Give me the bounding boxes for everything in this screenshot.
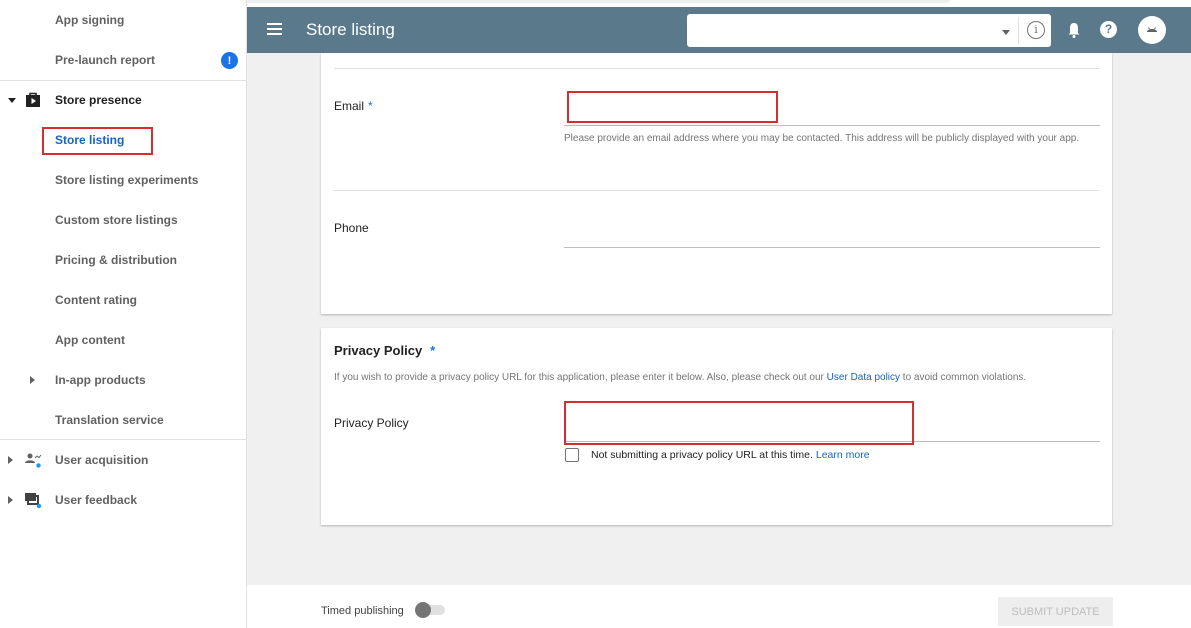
store-listing-highlight-box xyxy=(42,127,153,155)
sidebar-item-app-signing[interactable]: App signing xyxy=(0,0,246,40)
sidebar-item-label: App content xyxy=(55,333,125,347)
phone-input[interactable] xyxy=(564,220,1100,248)
alert-badge-icon: ! xyxy=(221,52,238,69)
sidebar-item-label: Custom store listings xyxy=(55,213,178,227)
sidebar-item-label: Content rating xyxy=(55,293,137,307)
sidebar-item-custom-store-listings[interactable]: Custom store listings xyxy=(0,200,246,240)
privacy-policy-description: If you wish to provide a privacy policy … xyxy=(334,372,1026,383)
caret-down-icon xyxy=(8,98,16,103)
sidebar-item-label: Pricing & distribution xyxy=(55,253,177,267)
sidebar-item-app-content[interactable]: App content xyxy=(0,320,246,360)
account-avatar[interactable] xyxy=(1138,16,1166,44)
user-data-policy-link[interactable]: User Data policy xyxy=(827,372,900,383)
sidebar-item-label: User feedback xyxy=(55,493,138,507)
submit-update-button[interactable]: SUBMIT UPDATE xyxy=(998,597,1113,626)
info-icon[interactable]: i xyxy=(1027,21,1045,39)
sidebar-item-label: Store listing experiments xyxy=(55,173,199,187)
sidebar-item-label: Store presence xyxy=(55,93,142,107)
sidebar-item-user-acquisition[interactable]: User acquisition xyxy=(0,440,246,480)
no-privacy-policy-checkbox[interactable] xyxy=(565,448,579,462)
sidebar-item-label: In-app products xyxy=(55,373,146,387)
email-label: Email * xyxy=(334,99,373,113)
email-label-text: Email xyxy=(334,99,365,113)
caret-right-icon[interactable] xyxy=(8,496,13,504)
sidebar-item-store-presence[interactable]: Store presence xyxy=(0,80,246,120)
checkbox-label-text: Not submitting a privacy policy URL at t… xyxy=(591,449,813,461)
learn-more-link[interactable]: Learn more xyxy=(816,449,870,461)
user-feedback-icon xyxy=(25,493,42,509)
selector-separator xyxy=(1018,17,1019,44)
section-divider xyxy=(334,68,1099,69)
caret-right-icon[interactable] xyxy=(8,456,13,464)
toggle-thumb xyxy=(415,602,431,618)
email-help-text: Please provide an email address where yo… xyxy=(564,133,1080,144)
publish-footer: Timed publishing SUBMIT UPDATE xyxy=(247,585,1191,628)
privacy-policy-label: Privacy Policy xyxy=(334,416,409,430)
sidebar-item-pre-launch-report[interactable]: Pre-launch report ! xyxy=(0,40,246,80)
privacy-policy-card: Privacy Policy * If you wish to provide a… xyxy=(321,328,1112,525)
sidebar-item-store-listing-experiments[interactable]: Store listing experiments xyxy=(0,160,246,200)
dropdown-arrow-icon xyxy=(1002,30,1010,35)
contact-details-card: Email * Please provide an email address w… xyxy=(321,53,1112,314)
phone-label: Phone xyxy=(334,221,369,235)
timed-publishing-label: Timed publishing xyxy=(321,605,404,617)
privacy-policy-url-input[interactable] xyxy=(564,414,1100,442)
sidebar-item-label: User acquisition xyxy=(55,453,149,467)
required-asterisk: * xyxy=(368,99,373,113)
required-asterisk: * xyxy=(430,343,436,358)
help-button[interactable]: ? xyxy=(1100,21,1120,41)
sidebar-item-content-rating[interactable]: Content rating xyxy=(0,280,246,320)
email-input[interactable] xyxy=(564,98,1100,126)
sidebar-item-label: App signing xyxy=(55,13,125,27)
privacy-title-text: Privacy Policy xyxy=(334,343,423,358)
android-avatar-icon xyxy=(1147,27,1157,32)
main-content: Email * Please provide an email address w… xyxy=(247,53,1191,585)
description-text: to avoid common violations. xyxy=(900,372,1027,383)
app-selector-dropdown[interactable]: i xyxy=(687,14,1051,47)
privacy-policy-title: Privacy Policy * xyxy=(334,343,435,358)
scrollbar[interactable] xyxy=(1179,53,1191,585)
description-text: If you wish to provide a privacy policy … xyxy=(334,372,827,383)
section-divider xyxy=(334,190,1099,191)
timed-publishing-toggle[interactable] xyxy=(415,602,445,618)
page-title: Store listing xyxy=(306,20,395,39)
sidebar-item-label: Translation service xyxy=(55,413,164,427)
store-bag-icon xyxy=(26,92,40,107)
top-app-bar: Store listing i ? xyxy=(247,7,1191,53)
caret-right-icon[interactable] xyxy=(30,376,35,384)
sidebar-item-label: Pre-launch report xyxy=(55,53,156,67)
checkbox-label: Not submitting a privacy policy URL at t… xyxy=(591,449,870,461)
user-acquisition-icon xyxy=(25,453,42,468)
sidebar-item-pricing-distribution[interactable]: Pricing & distribution xyxy=(0,240,246,280)
help-icon: ? xyxy=(1100,21,1117,38)
sidebar: App signing Pre-launch report ! Store pr… xyxy=(0,0,247,628)
menu-icon[interactable] xyxy=(267,23,282,35)
notifications-bell-icon[interactable] xyxy=(1064,20,1084,40)
sidebar-item-translation-service[interactable]: Translation service xyxy=(0,400,246,440)
sidebar-item-in-app-products[interactable]: In-app products xyxy=(0,360,246,400)
sidebar-item-user-feedback[interactable]: User feedback xyxy=(0,480,246,520)
